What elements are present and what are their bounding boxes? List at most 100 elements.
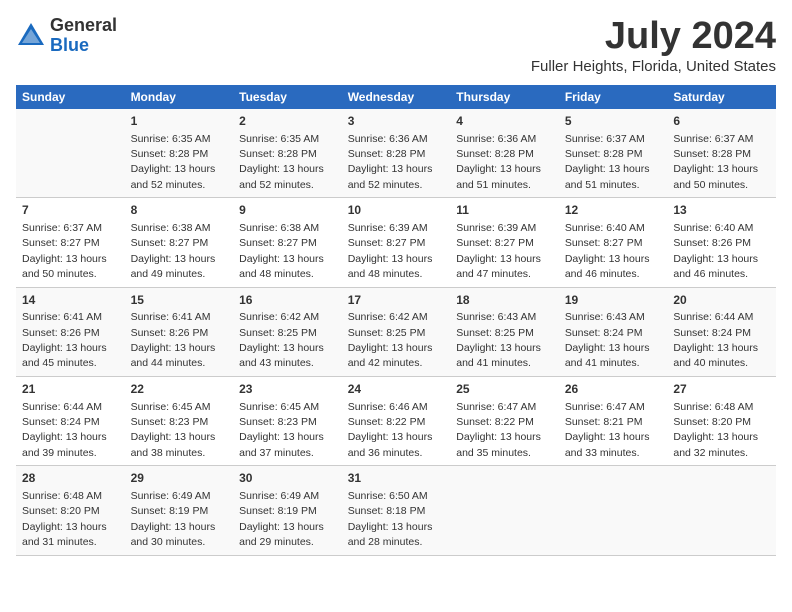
cell-sunrise: Sunrise: 6:36 AM	[456, 133, 536, 145]
day-number: 14	[22, 292, 119, 309]
day-number: 17	[348, 292, 445, 309]
week-row-0: 1 Sunrise: 6:35 AM Sunset: 8:28 PM Dayli…	[16, 109, 776, 198]
calendar-cell: 5 Sunrise: 6:37 AM Sunset: 8:28 PM Dayli…	[559, 109, 668, 198]
cell-daylight: Daylight: 13 hours and 49 minutes.	[131, 253, 216, 280]
cell-sunrise: Sunrise: 6:44 AM	[22, 401, 102, 413]
cell-sunrise: Sunrise: 6:43 AM	[456, 311, 536, 323]
calendar-table: Sunday Monday Tuesday Wednesday Thursday…	[16, 85, 776, 556]
cell-sunset: Sunset: 8:23 PM	[239, 416, 317, 428]
calendar-cell	[16, 109, 125, 198]
logo-icon	[16, 21, 46, 51]
week-row-4: 28 Sunrise: 6:48 AM Sunset: 8:20 PM Dayl…	[16, 466, 776, 555]
day-number: 19	[565, 292, 662, 309]
header-monday: Monday	[125, 85, 234, 109]
logo-blue: Blue	[50, 36, 117, 56]
calendar-cell: 17 Sunrise: 6:42 AM Sunset: 8:25 PM Dayl…	[342, 287, 451, 376]
calendar-cell: 14 Sunrise: 6:41 AM Sunset: 8:26 PM Dayl…	[16, 287, 125, 376]
cell-sunset: Sunset: 8:27 PM	[348, 237, 426, 249]
cell-sunset: Sunset: 8:25 PM	[456, 327, 534, 339]
cell-sunrise: Sunrise: 6:50 AM	[348, 490, 428, 502]
logo-general: General	[50, 16, 117, 36]
cell-sunset: Sunset: 8:26 PM	[131, 327, 209, 339]
cell-daylight: Daylight: 13 hours and 45 minutes.	[22, 342, 107, 369]
calendar-cell: 23 Sunrise: 6:45 AM Sunset: 8:23 PM Dayl…	[233, 376, 342, 465]
calendar-cell: 13 Sunrise: 6:40 AM Sunset: 8:26 PM Dayl…	[667, 198, 776, 287]
cell-sunrise: Sunrise: 6:43 AM	[565, 311, 645, 323]
cell-daylight: Daylight: 13 hours and 40 minutes.	[673, 342, 758, 369]
cell-sunrise: Sunrise: 6:39 AM	[456, 222, 536, 234]
days-header-row: Sunday Monday Tuesday Wednesday Thursday…	[16, 85, 776, 109]
calendar-cell: 20 Sunrise: 6:44 AM Sunset: 8:24 PM Dayl…	[667, 287, 776, 376]
calendar-cell: 4 Sunrise: 6:36 AM Sunset: 8:28 PM Dayli…	[450, 109, 559, 198]
week-row-2: 14 Sunrise: 6:41 AM Sunset: 8:26 PM Dayl…	[16, 287, 776, 376]
cell-sunset: Sunset: 8:28 PM	[239, 148, 317, 160]
cell-daylight: Daylight: 13 hours and 42 minutes.	[348, 342, 433, 369]
title-area: July 2024 Fuller Heights, Florida, Unite…	[531, 16, 776, 75]
cell-daylight: Daylight: 13 hours and 52 minutes.	[348, 163, 433, 190]
calendar-cell: 7 Sunrise: 6:37 AM Sunset: 8:27 PM Dayli…	[16, 198, 125, 287]
calendar-cell: 15 Sunrise: 6:41 AM Sunset: 8:26 PM Dayl…	[125, 287, 234, 376]
cell-sunset: Sunset: 8:27 PM	[131, 237, 209, 249]
day-number: 7	[22, 202, 119, 219]
cell-daylight: Daylight: 13 hours and 41 minutes.	[456, 342, 541, 369]
cell-sunrise: Sunrise: 6:45 AM	[131, 401, 211, 413]
day-number: 5	[565, 113, 662, 130]
calendar-cell: 16 Sunrise: 6:42 AM Sunset: 8:25 PM Dayl…	[233, 287, 342, 376]
day-number: 11	[456, 202, 553, 219]
cell-daylight: Daylight: 13 hours and 36 minutes.	[348, 431, 433, 458]
cell-sunset: Sunset: 8:26 PM	[22, 327, 100, 339]
cell-sunrise: Sunrise: 6:39 AM	[348, 222, 428, 234]
calendar-cell: 10 Sunrise: 6:39 AM Sunset: 8:27 PM Dayl…	[342, 198, 451, 287]
cell-sunrise: Sunrise: 6:45 AM	[239, 401, 319, 413]
day-number: 13	[673, 202, 770, 219]
calendar-cell: 12 Sunrise: 6:40 AM Sunset: 8:27 PM Dayl…	[559, 198, 668, 287]
header-thursday: Thursday	[450, 85, 559, 109]
cell-sunset: Sunset: 8:18 PM	[348, 505, 426, 517]
cell-sunset: Sunset: 8:26 PM	[673, 237, 751, 249]
cell-daylight: Daylight: 13 hours and 38 minutes.	[131, 431, 216, 458]
cell-daylight: Daylight: 13 hours and 33 minutes.	[565, 431, 650, 458]
day-number: 22	[131, 381, 228, 398]
calendar-cell: 18 Sunrise: 6:43 AM Sunset: 8:25 PM Dayl…	[450, 287, 559, 376]
cell-daylight: Daylight: 13 hours and 41 minutes.	[565, 342, 650, 369]
calendar-cell: 6 Sunrise: 6:37 AM Sunset: 8:28 PM Dayli…	[667, 109, 776, 198]
cell-daylight: Daylight: 13 hours and 48 minutes.	[239, 253, 324, 280]
week-row-1: 7 Sunrise: 6:37 AM Sunset: 8:27 PM Dayli…	[16, 198, 776, 287]
day-number: 15	[131, 292, 228, 309]
cell-sunrise: Sunrise: 6:44 AM	[673, 311, 753, 323]
day-number: 31	[348, 470, 445, 487]
cell-daylight: Daylight: 13 hours and 46 minutes.	[673, 253, 758, 280]
header-saturday: Saturday	[667, 85, 776, 109]
calendar-cell: 19 Sunrise: 6:43 AM Sunset: 8:24 PM Dayl…	[559, 287, 668, 376]
calendar-cell: 9 Sunrise: 6:38 AM Sunset: 8:27 PM Dayli…	[233, 198, 342, 287]
cell-sunrise: Sunrise: 6:48 AM	[22, 490, 102, 502]
cell-sunrise: Sunrise: 6:38 AM	[131, 222, 211, 234]
week-row-3: 21 Sunrise: 6:44 AM Sunset: 8:24 PM Dayl…	[16, 376, 776, 465]
cell-daylight: Daylight: 13 hours and 50 minutes.	[22, 253, 107, 280]
day-number: 6	[673, 113, 770, 130]
cell-sunset: Sunset: 8:28 PM	[565, 148, 643, 160]
cell-sunrise: Sunrise: 6:40 AM	[565, 222, 645, 234]
cell-sunset: Sunset: 8:24 PM	[22, 416, 100, 428]
cell-sunset: Sunset: 8:25 PM	[348, 327, 426, 339]
cell-sunrise: Sunrise: 6:40 AM	[673, 222, 753, 234]
cell-sunrise: Sunrise: 6:47 AM	[565, 401, 645, 413]
calendar-cell: 2 Sunrise: 6:35 AM Sunset: 8:28 PM Dayli…	[233, 109, 342, 198]
day-number: 21	[22, 381, 119, 398]
cell-sunrise: Sunrise: 6:49 AM	[131, 490, 211, 502]
day-number: 23	[239, 381, 336, 398]
cell-sunrise: Sunrise: 6:37 AM	[673, 133, 753, 145]
cell-daylight: Daylight: 13 hours and 30 minutes.	[131, 521, 216, 548]
calendar-cell: 3 Sunrise: 6:36 AM Sunset: 8:28 PM Dayli…	[342, 109, 451, 198]
cell-sunset: Sunset: 8:23 PM	[131, 416, 209, 428]
cell-daylight: Daylight: 13 hours and 43 minutes.	[239, 342, 324, 369]
cell-daylight: Daylight: 13 hours and 32 minutes.	[673, 431, 758, 458]
cell-sunrise: Sunrise: 6:37 AM	[565, 133, 645, 145]
cell-sunset: Sunset: 8:19 PM	[239, 505, 317, 517]
cell-sunrise: Sunrise: 6:41 AM	[22, 311, 102, 323]
header-tuesday: Tuesday	[233, 85, 342, 109]
day-number: 10	[348, 202, 445, 219]
calendar-cell: 24 Sunrise: 6:46 AM Sunset: 8:22 PM Dayl…	[342, 376, 451, 465]
day-number: 12	[565, 202, 662, 219]
cell-daylight: Daylight: 13 hours and 37 minutes.	[239, 431, 324, 458]
